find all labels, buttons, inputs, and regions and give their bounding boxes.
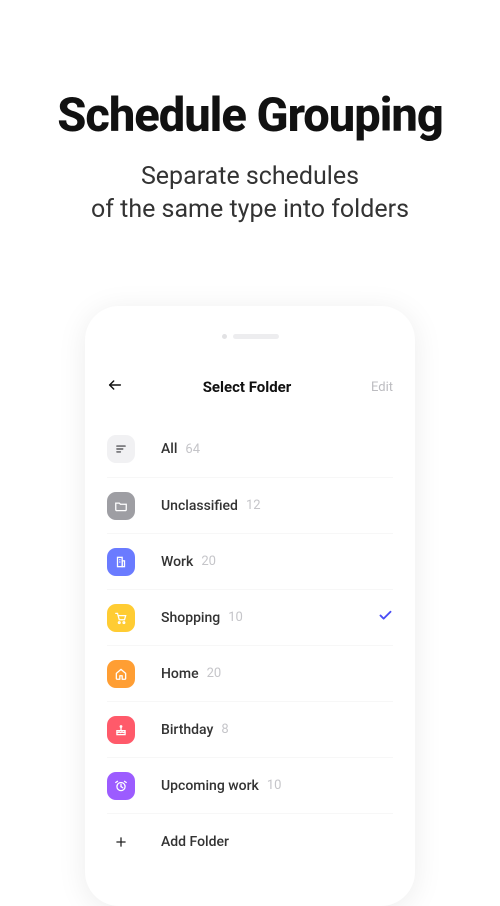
folder-count: 20 [201,554,216,569]
folder-count: 64 [185,442,200,457]
folder-count: 20 [207,666,222,681]
folder-label: Birthday [161,722,213,738]
back-button[interactable] [107,377,123,397]
folder-label: Unclassified [161,498,238,514]
phone-frame: Select Folder Edit All 64 Unclassified 1… [85,306,415,906]
hero-section: Schedule Grouping Separate schedules of … [0,0,500,227]
folder-list: All 64 Unclassified 12 Work 20 Shopping [85,415,415,869]
building-icon [107,548,135,576]
folder-count: 10 [267,778,282,793]
check-icon [378,608,393,627]
folder-row-home[interactable]: Home 20 [107,645,393,701]
house-icon [107,660,135,688]
clock-icon [107,772,135,800]
notch-indicator [85,306,415,359]
hero-title: Schedule Grouping [0,90,500,142]
add-folder-label: Add Folder [161,834,229,850]
cart-icon [107,604,135,632]
folder-row-unclassified[interactable]: Unclassified 12 [107,477,393,533]
folder-label: Shopping [161,610,220,626]
add-folder-button[interactable]: Add Folder [107,813,393,869]
folder-count: 8 [221,722,228,737]
folder-label: All [161,441,177,457]
folder-label: Upcoming work [161,778,259,794]
arrow-left-icon [107,377,123,393]
cake-icon [107,716,135,744]
folder-row-upcoming[interactable]: Upcoming work 10 [107,757,393,813]
folder-row-all[interactable]: All 64 [107,421,393,477]
folder-row-work[interactable]: Work 20 [107,533,393,589]
folder-count: 10 [228,610,243,625]
edit-button[interactable]: Edit [371,380,393,395]
screen-title: Select Folder [203,378,292,396]
folder-label: Work [161,554,193,570]
folder-label: Home [161,666,199,682]
screen-topbar: Select Folder Edit [85,359,415,415]
folder-row-shopping[interactable]: Shopping 10 [107,589,393,645]
hero-subtitle: Separate schedules of the same type into… [0,160,500,228]
folder-count: 12 [246,498,261,513]
plus-icon [107,828,135,856]
list-icon [107,435,135,463]
folder-icon [107,492,135,520]
folder-row-birthday[interactable]: Birthday 8 [107,701,393,757]
